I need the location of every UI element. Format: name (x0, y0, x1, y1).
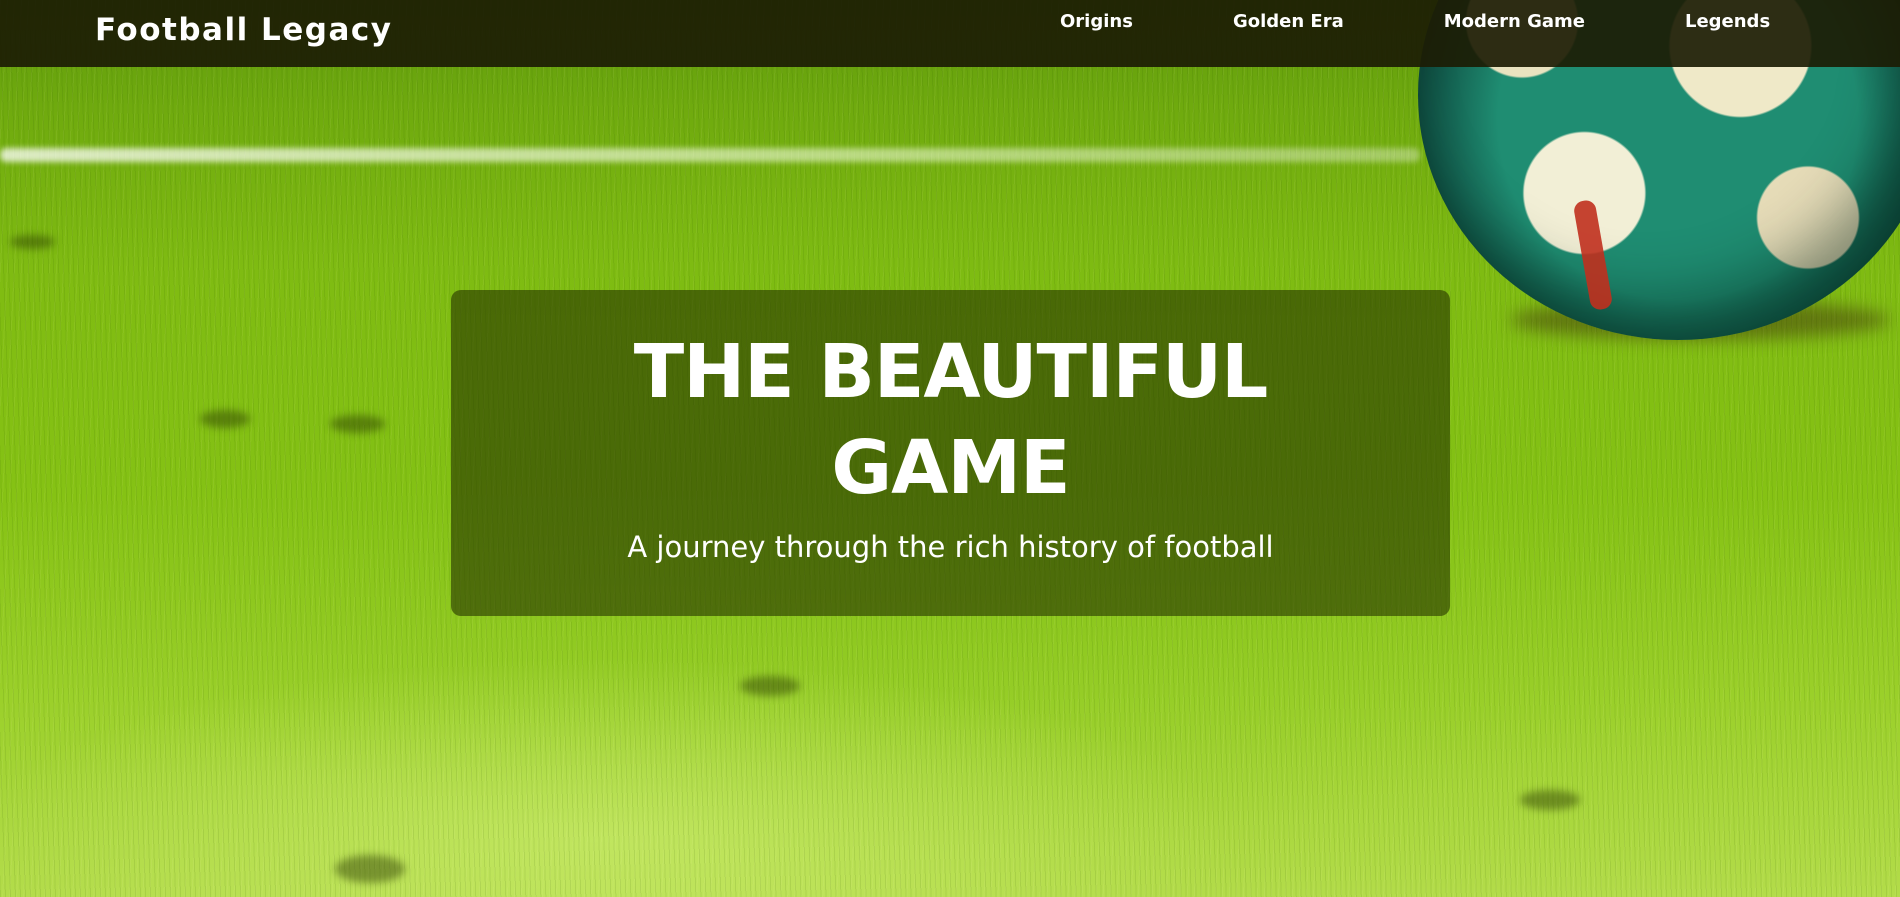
nav-link-modern-game[interactable]: Modern Game (1394, 10, 1635, 34)
navbar: Football Legacy Origins Golden Era Moder… (0, 0, 1900, 67)
grass-patch (740, 676, 800, 696)
pitch-line (0, 148, 1420, 162)
hero-panel: THE BEAUTIFUL GAME A journey through the… (451, 290, 1450, 616)
grass-patch (335, 855, 405, 883)
page: Football Legacy Origins Golden Era Moder… (0, 0, 1900, 897)
hero-title-line-2: GAME (831, 425, 1070, 511)
nav-link-golden-era[interactable]: Golden Era (1183, 10, 1394, 34)
nav-link-legends[interactable]: Legends (1635, 10, 1820, 34)
grass-patch (200, 410, 250, 428)
nav-link-origins[interactable]: Origins (1010, 10, 1183, 34)
nav-links: Origins Golden Era Modern Game Legends (1010, 10, 1820, 34)
hero-title: THE BEAUTIFUL GAME (451, 290, 1450, 516)
grass-patch (330, 415, 385, 433)
grass-patch (10, 235, 55, 249)
grass-patch (1520, 790, 1580, 810)
site-logo[interactable]: Football Legacy (95, 12, 392, 48)
hero-subtitle: A journey through the rich history of fo… (627, 530, 1274, 564)
hero-title-line-1: THE BEAUTIFUL (633, 329, 1269, 415)
